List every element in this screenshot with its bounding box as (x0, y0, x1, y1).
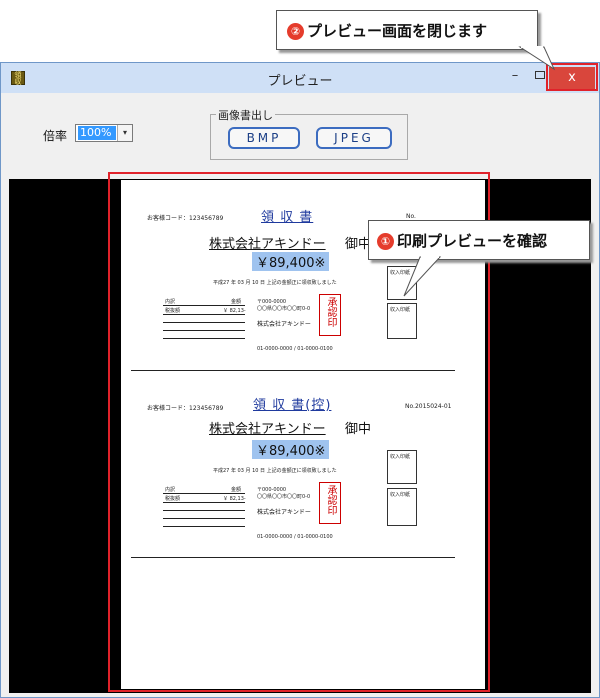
step-2-badge: ② (287, 23, 304, 40)
preview-hint-text: 印刷プレビューを確認 (397, 232, 548, 250)
zoom-label: 倍率 (43, 129, 68, 143)
preview-hint-callout: ① 印刷プレビューを確認 (368, 220, 590, 260)
maximize-button[interactable] (535, 71, 545, 79)
image-export-group-label: 画像書出し (216, 107, 275, 123)
bmp-button[interactable]: BMP (228, 127, 300, 149)
close-hint-text: プレビュー画面を閉じます (307, 22, 488, 40)
zoom-value: 100% (78, 126, 116, 140)
preview-hint-pointer (403, 256, 442, 297)
close-hint-pointer (518, 46, 556, 71)
toolbar: 倍率 100% ▾ 画像書出し BMP JPEG (9, 93, 591, 179)
close-hint-callout: ② プレビュー画面を閉じます (276, 10, 538, 50)
image-export-group: 画像書出し BMP JPEG (210, 107, 408, 160)
jpeg-button[interactable]: JPEG (316, 127, 392, 149)
step-1-badge: ① (377, 233, 394, 250)
chevron-down-icon[interactable]: ▾ (117, 125, 132, 141)
zoom-select[interactable]: 100% ▾ (75, 124, 133, 142)
